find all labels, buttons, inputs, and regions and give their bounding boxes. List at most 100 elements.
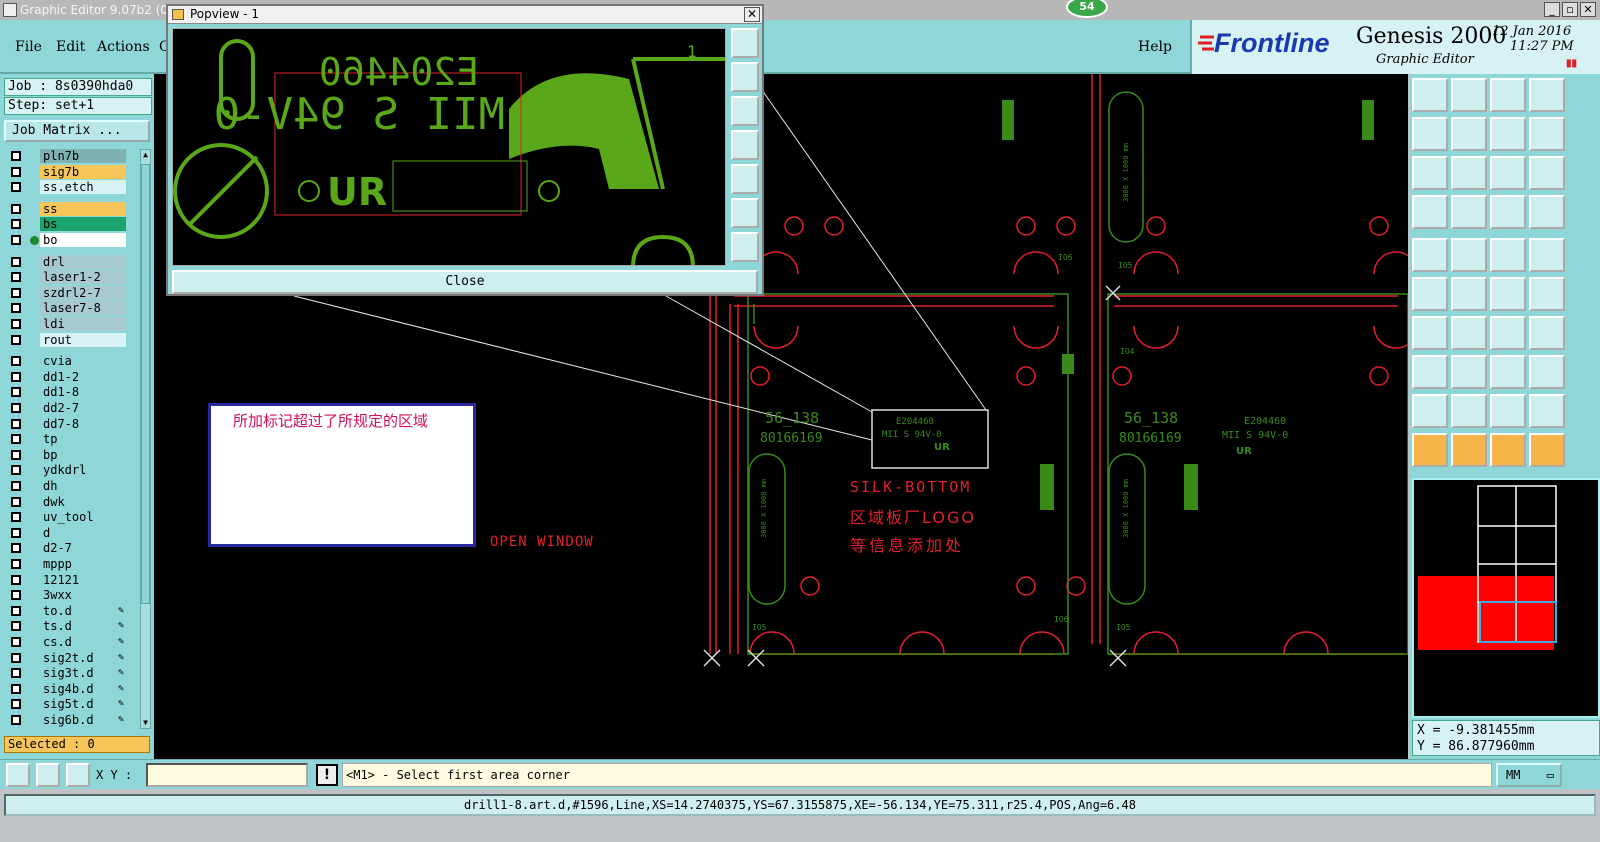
menu-edit[interactable]: Edit — [56, 39, 85, 55]
layer-row[interactable]: laser7-8 — [4, 301, 138, 316]
layer-checkbox[interactable] — [11, 387, 21, 398]
layer-row[interactable]: ldi — [4, 317, 138, 332]
layer-checkbox[interactable] — [11, 151, 21, 161]
minimize-button[interactable]: _ — [1544, 2, 1560, 17]
layer-name[interactable]: bp — [40, 447, 126, 462]
layer-row[interactable]: to.d ✎ — [4, 603, 138, 619]
warning-icon[interactable]: ! — [316, 764, 338, 786]
line-angle-icon[interactable] — [1412, 316, 1448, 350]
layer-row[interactable]: dh — [4, 479, 138, 494]
resize-icon[interactable] — [1490, 355, 1526, 389]
layer-name[interactable]: dwk — [40, 494, 126, 509]
layer-checkbox[interactable] — [11, 683, 21, 694]
layer-checkbox[interactable] — [11, 465, 21, 476]
select-box-icon[interactable] — [1451, 433, 1487, 467]
measure-tool-button[interactable] — [36, 763, 60, 787]
layer-row[interactable]: sig2t.d ✎ — [4, 650, 138, 666]
layer-name[interactable]: ss.etch — [40, 180, 126, 195]
popview-zoom-in-button[interactable] — [731, 198, 759, 228]
layer-row[interactable]: sig6b.d ✎ — [4, 713, 138, 728]
layer-name[interactable]: rout — [40, 332, 126, 347]
xy-input[interactable] — [146, 763, 308, 787]
layer-row[interactable]: bp — [4, 447, 138, 463]
layer-checkbox[interactable] — [11, 203, 21, 214]
layer-row[interactable]: d — [4, 525, 138, 541]
layer-checkbox[interactable] — [11, 319, 21, 329]
layer-row[interactable]: bo — [4, 233, 138, 248]
pan-left-icon[interactable] — [1412, 117, 1448, 151]
layer-name[interactable]: tp — [40, 432, 126, 447]
layer-name[interactable]: cvia — [40, 354, 126, 369]
layer-row[interactable]: ss — [4, 201, 138, 217]
layer-name[interactable]: ydkdrl — [40, 463, 126, 478]
layer-name[interactable]: bo — [40, 233, 126, 247]
popview-pan-left-button[interactable] — [731, 130, 759, 160]
layer-checkbox[interactable] — [11, 574, 21, 585]
layer-checkbox[interactable] — [11, 287, 21, 298]
line-icon[interactable] — [1451, 316, 1487, 350]
layer-checkbox[interactable] — [11, 637, 21, 647]
pad-red-icon[interactable] — [1490, 195, 1526, 229]
layer-checkbox[interactable] — [11, 272, 21, 283]
layer-row[interactable]: laser1-2 — [4, 270, 138, 285]
layer-name[interactable]: laser7-8 — [40, 301, 126, 316]
popview-zoom-home-button[interactable] — [731, 28, 759, 58]
layer-checkbox[interactable] — [11, 621, 21, 632]
layer-checkbox[interactable] — [11, 512, 21, 523]
layer-row[interactable]: sig4b.d ✎ — [4, 681, 138, 697]
layer-name[interactable]: sig3t.d — [40, 666, 126, 681]
triangle-c-icon[interactable] — [1490, 394, 1526, 428]
window-close-button[interactable]: ✕ — [1580, 2, 1596, 17]
layer-row[interactable]: bs — [4, 217, 138, 232]
layer-checkbox[interactable] — [11, 356, 21, 367]
job-matrix-button[interactable]: Job Matrix ... — [4, 120, 150, 142]
maximize-button[interactable]: ▫ — [1562, 2, 1578, 17]
pad-multi-icon[interactable] — [1529, 195, 1565, 229]
layer-row[interactable]: pln7b — [4, 149, 138, 164]
layer-name[interactable]: sig4b.d — [40, 681, 126, 696]
layer-name[interactable]: dd1-8 — [40, 385, 126, 400]
layer-checkbox[interactable] — [11, 481, 21, 491]
layer-name[interactable]: ts.d — [40, 619, 126, 634]
notification-badge[interactable]: 54 — [1066, 0, 1108, 18]
menu-file[interactable]: File — [15, 39, 42, 55]
layer-name[interactable]: mppp — [40, 557, 126, 571]
copy-icon[interactable] — [1529, 277, 1565, 311]
help-icon[interactable] — [1529, 156, 1565, 190]
home-view-icon[interactable] — [1490, 78, 1526, 112]
layer-checkbox[interactable] — [11, 715, 21, 725]
unit-selector[interactable]: MM ▭ — [1496, 763, 1562, 787]
layer-checkbox[interactable] — [11, 403, 21, 413]
ruler-tool-icon[interactable] — [1412, 195, 1448, 229]
layer-row[interactable]: dd2-7 — [4, 401, 138, 416]
layer-checkbox[interactable] — [11, 371, 21, 382]
layer-name[interactable]: d2-7 — [40, 541, 126, 556]
layer-name[interactable]: drl — [40, 254, 126, 269]
scroll-down-arrow-icon[interactable]: ▼ — [141, 718, 150, 728]
fit-all-icon[interactable] — [1451, 156, 1487, 190]
triangle-d-icon[interactable] — [1529, 394, 1565, 428]
select-point-icon[interactable] — [1490, 433, 1526, 467]
layer-name[interactable]: sig7b — [40, 164, 126, 179]
layer-row[interactable]: ss.etch — [4, 180, 138, 195]
layer-checkbox[interactable] — [11, 235, 21, 245]
layer-name[interactable]: szdrl2-7 — [40, 285, 126, 300]
layer-row[interactable]: drl — [4, 254, 138, 270]
layer-row[interactable]: cvia — [4, 354, 138, 369]
layer-name[interactable]: uv_tool — [40, 510, 126, 525]
menu-help[interactable]: Help — [1138, 39, 1172, 55]
layer-checkbox[interactable] — [11, 652, 21, 663]
add-feature-icon[interactable] — [1451, 238, 1487, 272]
grid-tool-button[interactable] — [66, 763, 90, 787]
layer-name[interactable]: sig2t.d — [40, 650, 126, 665]
layer-row[interactable]: ydkdrl — [4, 463, 138, 478]
layer-checkbox[interactable] — [11, 527, 21, 538]
layer-row[interactable]: sig3t.d ✎ — [4, 666, 138, 681]
layer-row[interactable]: 3wxx — [4, 588, 138, 603]
layer-checkbox[interactable] — [11, 590, 21, 601]
layer-row[interactable]: sig5t.d ✎ — [4, 697, 138, 712]
layer-name[interactable]: to.d — [40, 603, 126, 618]
layer-checkbox[interactable] — [11, 543, 21, 554]
layer-checkbox[interactable] — [11, 256, 21, 267]
layer-row[interactable]: szdrl2-7 — [4, 285, 138, 301]
